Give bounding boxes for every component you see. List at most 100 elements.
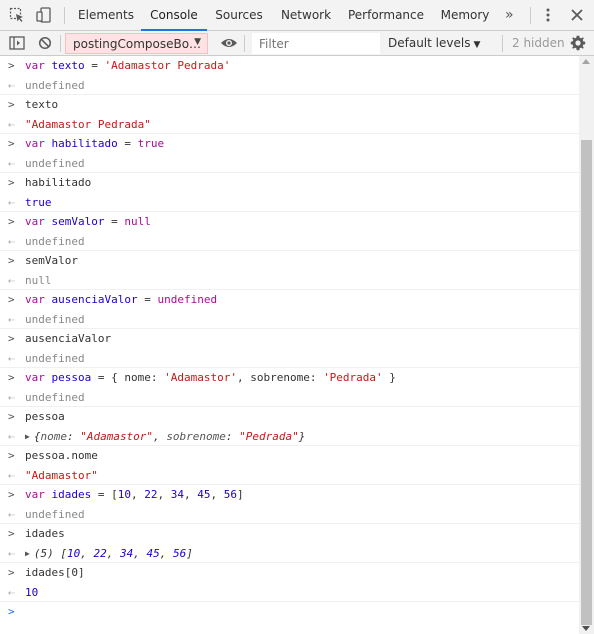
console-result-line: ⇠ true xyxy=(0,193,579,212)
toolbar-divider xyxy=(244,35,245,52)
chevron-right-icon: > xyxy=(8,293,15,306)
device-toolbar-icon[interactable] xyxy=(33,4,55,26)
chevron-right-icon: > xyxy=(8,488,15,501)
console-result-text: undefined xyxy=(25,234,85,248)
console-input-text: idades[0] xyxy=(25,566,85,579)
console-input-text: texto xyxy=(25,98,59,111)
console-sidebar-icon[interactable] xyxy=(6,32,28,54)
console-input-line: > pessoa.nome xyxy=(0,446,579,466)
console-result-line: ⇠ "Adamastor" xyxy=(0,466,579,485)
console-result-text: true xyxy=(25,195,52,209)
console-input-line: > idades xyxy=(0,524,579,544)
console-result-line: ⇠ ▶ {nome: "Adamastor", sobrenome: "Pedra… xyxy=(0,427,579,448)
console-input-text: pessoa xyxy=(25,410,65,423)
chevron-right-icon: > xyxy=(8,137,15,150)
chevron-right-icon: > xyxy=(8,215,15,228)
tab-sources[interactable]: Sources xyxy=(207,0,271,31)
prompt-chevron-icon: > xyxy=(8,605,15,618)
live-expression-eye-icon[interactable] xyxy=(218,32,240,54)
object-preview[interactable]: ▶ {nome: "Adamastor", sobrenome: "Pedrada… xyxy=(25,427,305,448)
scroll-up-arrow-icon[interactable] xyxy=(582,59,590,64)
array-preview[interactable]: ▶ (5) [10, 22, 34, 45, 56] xyxy=(25,544,193,565)
dropdown-arrow-icon: ▼ xyxy=(473,40,481,50)
console-result-line: ⇠ undefined xyxy=(0,505,579,524)
scrollbar-thumb[interactable] xyxy=(581,140,592,625)
console-input-text: var semValor = null xyxy=(25,215,151,228)
more-tabs-button[interactable]: » xyxy=(505,0,514,31)
result-arrow-icon: ⇠ xyxy=(8,273,15,287)
context-selector-label: postingComposeBo… xyxy=(73,37,202,51)
console-scrollbar[interactable] xyxy=(579,56,594,634)
gear-icon[interactable] xyxy=(567,32,589,54)
console-input-text: var idades = [10, 22, 34, 45, 56] xyxy=(25,488,244,501)
result-arrow-icon: ⇠ xyxy=(8,117,15,131)
console-result-text: "Adamastor" xyxy=(25,468,98,482)
tab-memory[interactable]: Memory xyxy=(431,0,499,31)
console-result-line: ⇠ 10 xyxy=(0,583,579,602)
toolbar-divider xyxy=(64,7,65,24)
console-input-text: var habilitado = true xyxy=(25,137,165,150)
devtools-tabbar: Elements Console Sources Network Perform… xyxy=(0,0,594,31)
console-result-line: ⇠ undefined xyxy=(0,310,579,329)
result-arrow-icon: ⇠ xyxy=(8,585,15,599)
console-input-line: > pessoa xyxy=(0,407,579,427)
chevron-right-icon: > xyxy=(8,176,15,189)
result-arrow-icon: ⇠ xyxy=(8,546,15,560)
console-input-line: > var pessoa = { nome: 'Adamastor', sobr… xyxy=(0,368,579,388)
expand-triangle-icon[interactable]: ▶ xyxy=(25,544,30,564)
console-input-text: var texto = 'Adamastor Pedrada' xyxy=(25,59,231,72)
console-result-line: ⇠ undefined xyxy=(0,232,579,251)
console-result-line: ⇠ undefined xyxy=(0,76,579,95)
tab-performance[interactable]: Performance xyxy=(341,0,431,31)
tab-console[interactable]: Console xyxy=(141,0,207,31)
tab-elements[interactable]: Elements xyxy=(71,0,141,31)
console-input-line: > idades[0] xyxy=(0,563,579,583)
chevron-right-icon: > xyxy=(8,566,15,579)
result-arrow-icon: ⇠ xyxy=(8,507,15,521)
result-arrow-icon: ⇠ xyxy=(8,195,15,209)
console-prompt[interactable]: > xyxy=(0,602,579,622)
console-input-line: > ausenciaValor xyxy=(0,329,579,349)
console-input-line: > texto xyxy=(0,95,579,115)
inspect-element-icon[interactable] xyxy=(6,4,28,26)
console-input-text: ausenciaValor xyxy=(25,332,112,345)
tab-network[interactable]: Network xyxy=(271,0,341,31)
expand-triangle-icon[interactable]: ▶ xyxy=(25,427,30,447)
chevron-right-icon: > xyxy=(8,449,15,462)
result-arrow-icon: ⇠ xyxy=(8,312,15,326)
console-result-line: ⇠ undefined xyxy=(0,349,579,368)
console-input-line: > var habilitado = true xyxy=(0,134,579,154)
log-levels-dropdown[interactable]: Default levels ▼ xyxy=(388,36,480,50)
chevron-right-icon: > xyxy=(8,371,15,384)
result-arrow-icon: ⇠ xyxy=(8,468,15,482)
console-result-text: undefined xyxy=(25,351,85,365)
console-output[interactable]: > var texto = 'Adamastor Pedrada' ⇠ unde… xyxy=(0,56,579,634)
result-arrow-icon: ⇠ xyxy=(8,351,15,365)
chevron-right-icon: > xyxy=(8,98,15,111)
toolbar-divider xyxy=(502,35,503,52)
log-levels-label: Default levels xyxy=(388,36,471,50)
context-selector[interactable]: postingComposeBo… ▼ xyxy=(65,33,208,54)
console-result-line: ⇠ "Adamastor Pedrada" xyxy=(0,115,579,134)
chevron-right-icon: > xyxy=(8,59,15,72)
console-result-line: ⇠ ▶ (5) [10, 22, 34, 45, 56] xyxy=(0,544,579,565)
console-input-line: > semValor xyxy=(0,251,579,271)
chevron-right-icon: > xyxy=(8,254,15,267)
console-result-text: null xyxy=(25,273,52,287)
vertical-ellipsis-icon[interactable] xyxy=(537,4,559,26)
console-result-text: undefined xyxy=(25,78,85,92)
result-arrow-icon: ⇠ xyxy=(8,390,15,404)
chevron-right-icon: > xyxy=(8,332,15,345)
console-result-text: "Adamastor Pedrada" xyxy=(25,117,151,131)
result-arrow-icon: ⇠ xyxy=(8,429,15,443)
close-icon[interactable] xyxy=(566,4,588,26)
scroll-down-arrow-icon[interactable] xyxy=(582,626,590,631)
result-arrow-icon: ⇠ xyxy=(8,234,15,248)
filter-input[interactable] xyxy=(252,33,380,54)
clear-console-icon[interactable] xyxy=(34,32,56,54)
console-input-text: idades xyxy=(25,527,65,540)
console-input-text: var ausenciaValor = undefined xyxy=(25,293,218,306)
console-result-line: ⇠ undefined xyxy=(0,388,579,407)
console-toolbar: postingComposeBo… ▼ Default levels▼ 2 hi… xyxy=(0,31,594,56)
toolbar-divider xyxy=(60,35,61,52)
